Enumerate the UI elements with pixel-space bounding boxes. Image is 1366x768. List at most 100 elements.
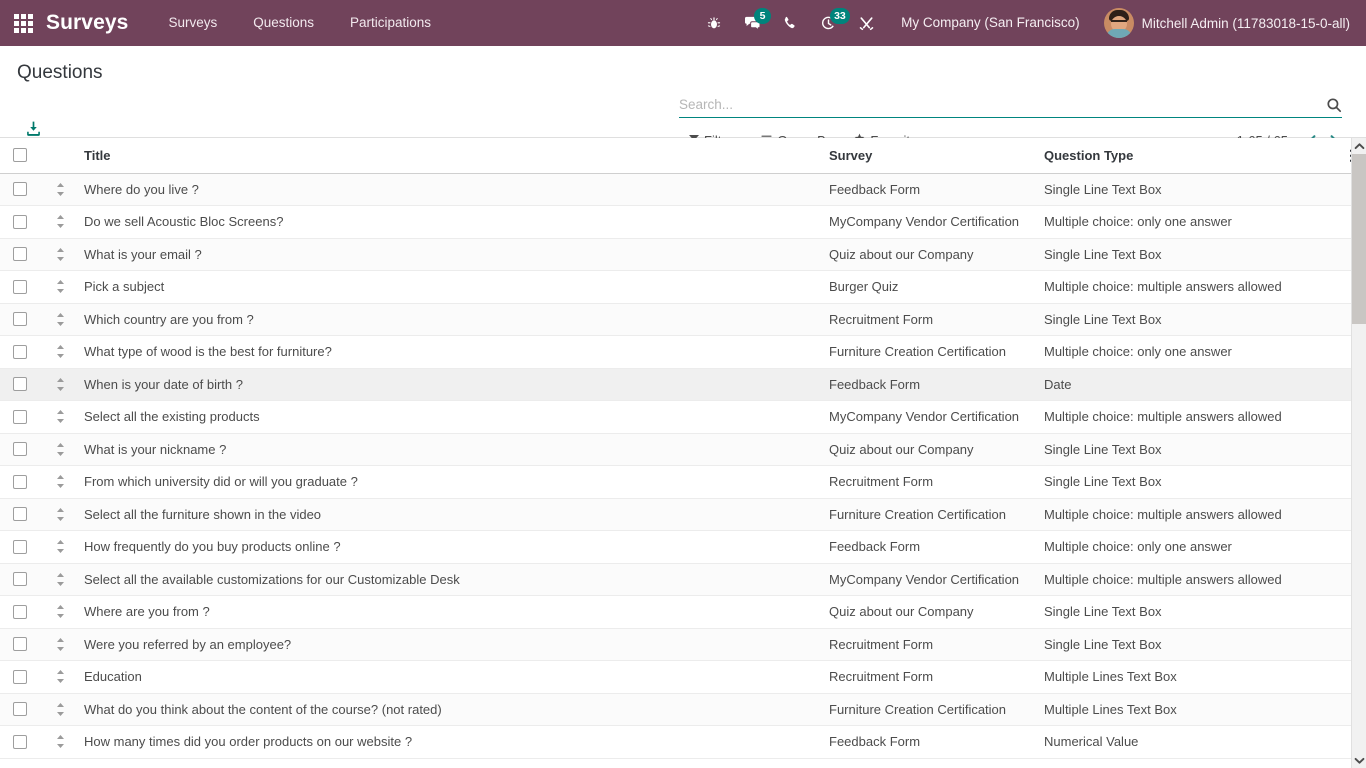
drag-handle-icon[interactable] xyxy=(52,182,68,197)
table-header: Title Survey Question Type ⋮ xyxy=(0,138,1358,174)
table-row[interactable]: Select all the available customizations … xyxy=(0,563,1351,596)
row-select-cell xyxy=(0,368,44,401)
row-checkbox[interactable] xyxy=(13,279,27,294)
app-brand-title[interactable]: Surveys xyxy=(46,11,128,35)
table-row[interactable]: How many times did you order products on… xyxy=(0,725,1351,759)
drag-handle-icon[interactable] xyxy=(52,409,68,424)
scrollbar-thumb[interactable] xyxy=(1352,154,1366,324)
table-row[interactable]: What is your email ? Quiz about our Compa… xyxy=(0,238,1351,271)
drag-handle-icon[interactable] xyxy=(52,702,68,717)
table-row[interactable]: Where do you live ? Feedback Form Single L… xyxy=(0,173,1351,206)
import-download-icon[interactable] xyxy=(22,118,44,140)
column-header-question-type[interactable]: Question Type xyxy=(1036,138,1336,174)
row-checkbox[interactable] xyxy=(13,214,27,229)
activity-clock-icon[interactable]: 33 xyxy=(809,0,850,46)
drag-handle-icon[interactable] xyxy=(52,637,68,652)
drag-handle-icon[interactable] xyxy=(52,247,68,262)
scroll-down-button[interactable] xyxy=(1352,752,1366,768)
table-row[interactable]: Where are you from ? Quiz about our Compa… xyxy=(0,595,1351,629)
column-header-title[interactable]: Title xyxy=(76,138,821,174)
table-row[interactable]: Were you referred by an employee? Recruit… xyxy=(0,628,1351,661)
cell-survey: MyCompany Vendor Certification xyxy=(821,205,1036,239)
cell-survey: Feedback Form xyxy=(821,725,1036,759)
table-row[interactable]: From which university did or will you gr… xyxy=(0,465,1351,499)
menu-item-participations[interactable]: Participations xyxy=(332,0,449,46)
row-optional-cell xyxy=(1336,303,1351,336)
drag-handle-icon[interactable] xyxy=(52,214,68,229)
drag-handle-icon[interactable] xyxy=(52,507,68,522)
cell-question-type: Single Line Text Box xyxy=(1036,628,1336,661)
row-select-cell xyxy=(0,173,44,206)
drag-handle-icon[interactable] xyxy=(52,442,68,457)
row-checkbox[interactable] xyxy=(13,734,27,749)
table-row[interactable]: Pick a subject Burger Quiz Multiple choice… xyxy=(0,270,1351,304)
table-row[interactable]: Which country are you from ? Recruitment … xyxy=(0,303,1351,336)
row-checkbox[interactable] xyxy=(13,539,27,554)
row-checkbox[interactable] xyxy=(13,377,27,392)
drag-handle-icon[interactable] xyxy=(52,377,68,392)
scroll-up-button[interactable] xyxy=(1352,138,1366,154)
row-handle-cell xyxy=(44,725,76,759)
table-row[interactable]: When is your date of birth ? Feedback For… xyxy=(0,368,1351,401)
drag-handle-icon[interactable] xyxy=(52,344,68,359)
search-icon[interactable] xyxy=(1326,97,1342,113)
bug-icon[interactable] xyxy=(695,0,733,46)
table-row[interactable]: Select all the existing products MyCompan… xyxy=(0,400,1351,434)
table-row[interactable]: What do you think about the content of t… xyxy=(0,693,1351,726)
table-row[interactable]: What type of wood is the best for furnit… xyxy=(0,335,1351,369)
drag-handle-icon[interactable] xyxy=(52,539,68,554)
select-all-checkbox[interactable] xyxy=(13,148,27,163)
row-select-cell xyxy=(0,530,44,564)
row-handle-cell xyxy=(44,335,76,369)
row-checkbox[interactable] xyxy=(13,474,27,489)
table-row[interactable]: What is your nickname ? Quiz about our Co… xyxy=(0,433,1351,466)
row-checkbox[interactable] xyxy=(13,247,27,262)
drag-handle-icon[interactable] xyxy=(52,312,68,327)
tools-icon[interactable] xyxy=(847,0,885,46)
messages-badge-count: 5 xyxy=(754,8,772,24)
row-checkbox[interactable] xyxy=(13,182,27,197)
cell-title: Where are you from ? xyxy=(76,595,821,629)
row-checkbox[interactable] xyxy=(13,702,27,717)
table-row[interactable]: Do we sell Acoustic Bloc Screens? MyCompa… xyxy=(0,205,1351,239)
table-row[interactable]: Select all the furniture shown in the vi… xyxy=(0,498,1351,531)
drag-handle-icon[interactable] xyxy=(52,669,68,684)
row-checkbox[interactable] xyxy=(13,507,27,522)
table-row[interactable]: How frequently do you buy products onlin… xyxy=(0,530,1351,564)
phone-icon[interactable] xyxy=(771,0,809,46)
row-select-cell xyxy=(0,498,44,531)
drag-handle-icon[interactable] xyxy=(52,572,68,587)
row-optional-cell xyxy=(1336,530,1351,564)
apps-menu-button[interactable] xyxy=(0,0,46,46)
cell-survey: MyCompany Vendor Certification xyxy=(821,400,1036,434)
control-panel: Questions Filters xyxy=(0,46,1366,148)
cell-title: Select all the existing products xyxy=(76,400,821,434)
avatar xyxy=(1103,8,1134,38)
row-checkbox[interactable] xyxy=(13,572,27,587)
row-checkbox[interactable] xyxy=(13,344,27,359)
drag-handle-icon[interactable] xyxy=(52,474,68,489)
menu-item-questions[interactable]: Questions xyxy=(235,0,332,46)
row-checkbox[interactable] xyxy=(13,637,27,652)
drag-handle-icon[interactable] xyxy=(52,604,68,619)
handle-header xyxy=(44,138,76,174)
column-header-survey[interactable]: Survey xyxy=(821,138,1036,174)
row-checkbox[interactable] xyxy=(13,669,27,684)
row-optional-cell xyxy=(1336,173,1351,206)
cell-survey: Feedback Form xyxy=(821,368,1036,401)
row-checkbox[interactable] xyxy=(13,442,27,457)
company-switcher[interactable]: My Company (San Francisco) xyxy=(885,0,1096,46)
row-checkbox[interactable] xyxy=(13,409,27,424)
drag-handle-icon[interactable] xyxy=(52,734,68,749)
table-row[interactable]: Education Recruitment Form Multiple Lines … xyxy=(0,660,1351,694)
drag-handle-icon[interactable] xyxy=(52,279,68,294)
user-menu[interactable]: Mitchell Admin (11783018-15-0-all) xyxy=(1096,0,1366,46)
row-checkbox[interactable] xyxy=(13,604,27,619)
search-input[interactable] xyxy=(679,96,1326,114)
select-all-header xyxy=(0,138,44,174)
vertical-scrollbar[interactable] xyxy=(1351,138,1366,768)
row-optional-cell xyxy=(1336,270,1351,304)
menu-item-surveys[interactable]: Surveys xyxy=(150,0,235,46)
messages-icon[interactable]: 5 xyxy=(733,0,772,46)
row-checkbox[interactable] xyxy=(13,312,27,327)
